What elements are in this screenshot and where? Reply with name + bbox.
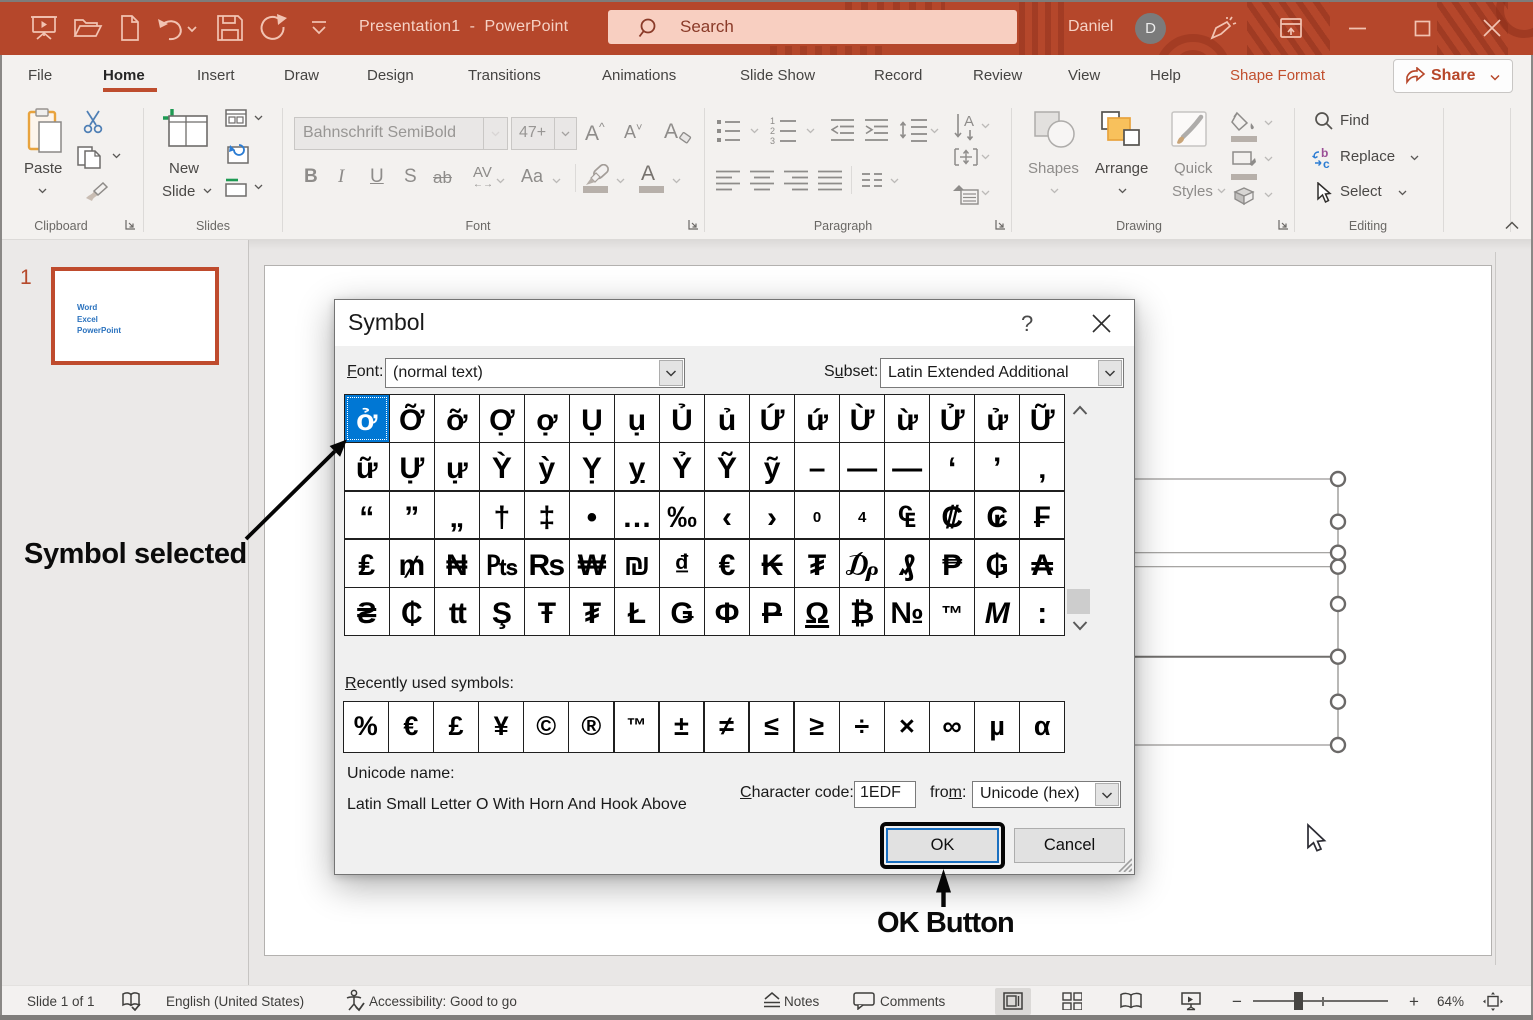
svg-text:2: 2 xyxy=(770,126,775,136)
svg-text:3: 3 xyxy=(770,136,775,145)
svg-text:c: c xyxy=(1323,157,1330,169)
svg-text:A: A xyxy=(964,113,974,130)
svg-text:1: 1 xyxy=(770,116,775,126)
